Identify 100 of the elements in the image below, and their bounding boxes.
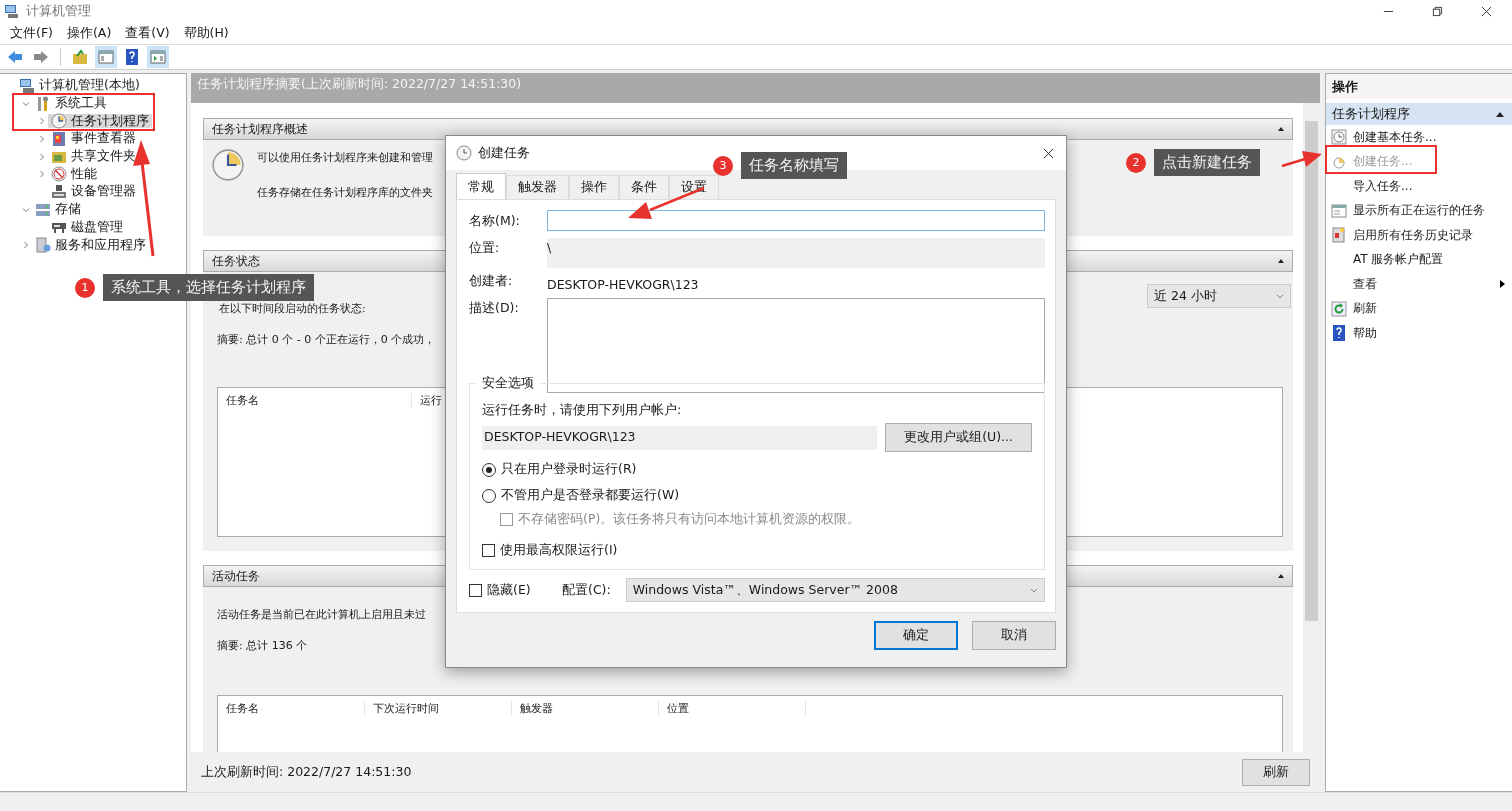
author-value: DESKTOP-HEVKOGR\123: [547, 275, 699, 292]
dropdown-chevron-icon: [1276, 293, 1284, 299]
config-dropdown[interactable]: Windows Vista™、Windows Server™ 2008: [625, 578, 1045, 602]
column-header[interactable]: 位置: [659, 700, 806, 716]
tree-item[interactable]: 任务计划程序: [48, 114, 152, 129]
option-label: 只在用户登录时运行(R): [501, 461, 637, 478]
tree-item[interactable]: 事件查看器: [48, 131, 139, 146]
tree-item[interactable]: 性能: [48, 167, 100, 182]
clock-icon: [51, 113, 67, 130]
tree-item[interactable]: 服务和应用程序: [32, 238, 149, 253]
tab[interactable]: 操作: [569, 175, 619, 199]
field-label: 创建者:: [469, 271, 514, 290]
expand-chevron-icon[interactable]: [38, 134, 46, 143]
account-prompt: 运行任务时，请使用下列用户帐户:: [482, 402, 683, 419]
clock-icon: [1331, 129, 1347, 146]
dialog-button[interactable]: 确定: [874, 621, 958, 650]
document-icon: [1331, 227, 1347, 244]
expand-chevron-icon[interactable]: [38, 152, 46, 161]
dialog-title: 创建任务: [478, 144, 530, 162]
tab[interactable]: 触发器: [506, 175, 569, 199]
expand-chevron-icon[interactable]: [38, 170, 46, 179]
column-header[interactable]: 下次运行时间: [365, 700, 512, 716]
option-label: 使用最高权限运行(I): [500, 542, 618, 559]
option-label: 不管用户是否登录都要运行(W): [501, 487, 680, 504]
collapse-chevron-icon[interactable]: [22, 205, 30, 214]
actions-title: 操作: [1332, 79, 1358, 94]
collapse-triangle-icon[interactable]: [1278, 574, 1284, 578]
tree-item[interactable]: 共享文件夹: [48, 149, 139, 164]
dropdown-chevron-icon: [1030, 587, 1038, 593]
action-group-title: 任务计划程序: [1332, 105, 1410, 123]
option-label: 隐藏(E): [487, 581, 532, 599]
app-window-icon: [35, 237, 51, 254]
tree-item[interactable]: 存储: [32, 202, 84, 217]
action-item[interactable]: 查看: [1326, 272, 1512, 297]
restore-icon[interactable]: [1432, 5, 1443, 17]
expand-chevron-icon[interactable]: [38, 117, 46, 126]
callout-bubble: 点击新建任务: [1154, 149, 1260, 176]
refresh-icon: [1331, 300, 1347, 317]
tree-item[interactable]: 磁盘管理: [48, 220, 126, 235]
tree-item[interactable]: 系统工具: [32, 96, 110, 111]
collapse-triangle-icon[interactable]: [1496, 111, 1504, 117]
help-icon: [1331, 325, 1347, 342]
column-header[interactable]: 任务名: [218, 392, 412, 408]
option-label: 不存储密码(P)。该任务将只有访问本地计算机资源的权限。: [518, 511, 861, 528]
collapse-chevron-icon[interactable]: [22, 99, 30, 108]
column-header[interactable]: 触发器: [512, 700, 659, 716]
close-icon[interactable]: [1481, 5, 1492, 17]
period-dropdown[interactable]: 近 24 小时: [1147, 284, 1291, 308]
scrollbar[interactable]: [1303, 103, 1320, 752]
location-field: \: [547, 238, 1045, 268]
menu-item[interactable]: 操作(A): [60, 24, 120, 42]
tree-item[interactable]: 设备管理器: [48, 184, 139, 199]
name-input-field[interactable]: [547, 209, 1045, 231]
checkbox[interactable]: [482, 544, 495, 557]
action-item[interactable]: AT 服务帐户配置: [1326, 247, 1512, 272]
status-summary: 摘要: 总计 0 个 - 0 个正在运行，0 个成功，: [217, 332, 436, 347]
menu-item[interactable]: 文件(F): [4, 24, 61, 42]
summary-header: 任务计划程序摘要(上次刷新时间: 2022/7/27 14:51:30): [197, 76, 522, 91]
log-icon: [51, 130, 67, 147]
dialog-button[interactable]: 取消: [972, 621, 1056, 650]
group-title: 安全选项: [476, 375, 540, 392]
printer-icon: [51, 183, 67, 200]
action-item[interactable]: 帮助: [1326, 321, 1512, 346]
refresh-time: 上次刷新时间: 2022/7/27 14:51:30: [201, 763, 412, 781]
section-header[interactable]: 任务计划程序概述: [203, 118, 1293, 140]
expand-chevron-icon[interactable]: [22, 241, 30, 250]
server-icon: [35, 201, 51, 218]
window-title: 计算机管理: [26, 2, 91, 20]
overview-text: 任务存储在任务计划程序库的文件夹: [257, 185, 433, 200]
tree-item[interactable]: 计算机管理(本地): [16, 78, 143, 93]
column-header[interactable]: 任务名: [218, 700, 365, 716]
action-item[interactable]: 导入任务...: [1326, 174, 1512, 199]
overview-text: 可以使用任务计划程序来创建和管理: [257, 150, 433, 165]
checkbox[interactable]: [469, 583, 482, 597]
gauge-icon: [51, 166, 67, 183]
description-input-field[interactable]: [547, 298, 1045, 393]
computer-icon: [19, 77, 35, 94]
clock-icon: [211, 148, 245, 182]
action-group-header[interactable]: 任务计划程序: [1326, 103, 1512, 125]
field-label: 位置:: [469, 239, 501, 257]
section-title: 任务状态: [212, 252, 260, 270]
collapse-triangle-icon[interactable]: [1278, 127, 1284, 131]
field-label: 名称(M):: [469, 211, 521, 230]
action-item[interactable]: 显示所有正在运行的任务: [1326, 198, 1512, 223]
action-item[interactable]: 创建基本任务...: [1326, 125, 1512, 150]
menu-item[interactable]: 查看(V): [119, 24, 178, 42]
collapse-triangle-icon[interactable]: [1278, 259, 1284, 263]
status-caption: 在以下时间段启动的任务状态:: [219, 301, 366, 316]
section-title: 活动任务: [212, 567, 260, 585]
tab[interactable]: 常规: [456, 173, 506, 199]
account-field: DESKTOP-HEVKOGR\123: [482, 425, 878, 450]
change-user-button[interactable]: 更改用户或组(U)...: [885, 423, 1032, 452]
refresh-button[interactable]: 刷新: [1242, 758, 1310, 786]
action-item[interactable]: 启用所有任务历史记录: [1326, 223, 1512, 248]
tab[interactable]: 条件: [619, 175, 669, 199]
action-item[interactable]: 刷新: [1326, 296, 1512, 321]
menu-item[interactable]: 帮助(H): [177, 24, 237, 42]
close-icon[interactable]: [1043, 147, 1054, 159]
window-icon: [1331, 202, 1347, 219]
tools-icon: [35, 95, 51, 112]
